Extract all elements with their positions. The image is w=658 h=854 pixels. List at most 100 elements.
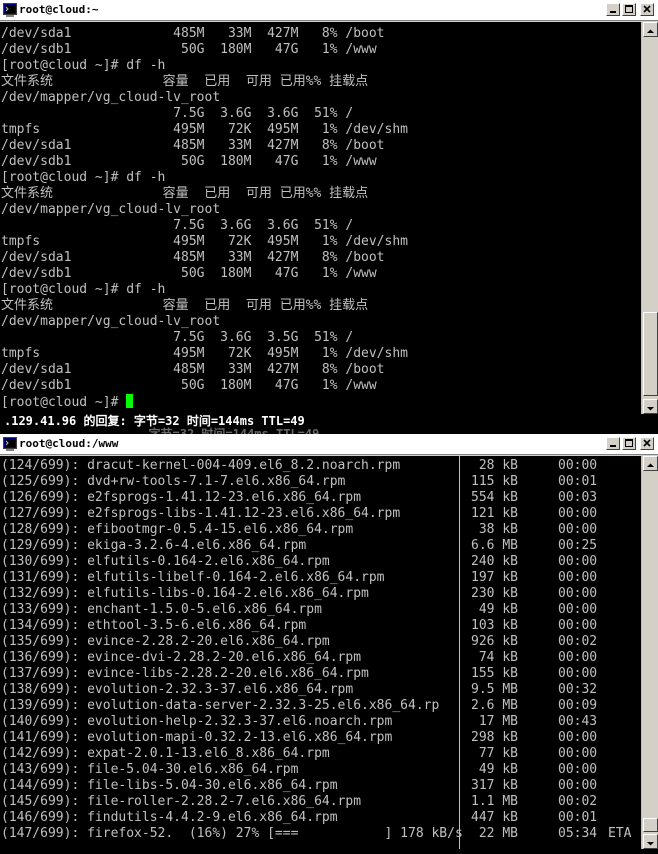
download-time: 00:01 xyxy=(558,810,598,825)
download-time: 00:00 xyxy=(558,522,598,537)
download-time: 00:00 xyxy=(558,586,598,601)
download-time: 00:02 xyxy=(558,794,598,809)
package-name: (137/699): evince-libs-2.28.2-20.el6.x86… xyxy=(1,666,369,681)
package-name: (141/699): evolution-mapi-0.32.2-13.el6.… xyxy=(1,730,393,745)
package-name: (126/699): e2fsprogs-1.41.12-23.el6.x86_… xyxy=(1,490,362,505)
download-time: 00:00 xyxy=(558,650,598,665)
package-size: 298 kB xyxy=(471,730,518,745)
package-size: 317 kB xyxy=(471,778,518,793)
terminal-line: /dev/mapper/vg_cloud-lv_root xyxy=(1,314,221,329)
terminal-line: /dev/sda1 485M 33M 427M 8% /boot xyxy=(1,138,385,153)
terminal-prompt-line[interactable]: [root@cloud ~]# xyxy=(1,394,134,410)
ping-reply-ghost: 字节=32 时间=144ms TTL=49 xyxy=(4,427,320,434)
terminal-line: 文件系统 容量 已用 可用 已用%% 挂载点 xyxy=(1,74,369,89)
package-size: 103 kB xyxy=(471,618,518,633)
window-title: root@cloud:~ xyxy=(19,3,99,16)
package-name: (129/699): ekiga-3.2.6-4.el6.x86_64.rpm xyxy=(1,538,307,553)
terminal-line: tmpfs 495M 72K 495M 1% /dev/shm xyxy=(1,346,408,361)
package-size: 38 kB xyxy=(478,522,518,537)
terminal-line: /dev/sdb1 50G 180M 47G 1% /www xyxy=(1,154,377,169)
package-size: 554 kB xyxy=(471,490,518,505)
download-time: 00:00 xyxy=(558,778,598,793)
minimize-button[interactable] xyxy=(606,437,620,450)
minimize-icon xyxy=(610,11,616,13)
title-bar[interactable]: root@cloud:/www xyxy=(0,434,658,455)
terminal-icon xyxy=(3,3,17,17)
package-name: (132/699): elfutils-libs-0.164-2.el6.x86… xyxy=(1,586,369,601)
vertical-scrollbar[interactable] xyxy=(641,22,658,414)
terminal-line: 7.5G 3.6G 3.6G 51% / xyxy=(1,106,354,121)
package-name: (139/699): evolution-data-server-2.32.3-… xyxy=(1,698,440,713)
package-name: (143/699): file-5.04-30.el6.x86_64.rpm xyxy=(1,762,299,777)
package-name: (130/699): elfutils-0.164-2.el6.x86_64.r… xyxy=(1,554,330,569)
maximize-button[interactable] xyxy=(622,3,636,16)
terminal-window-2: root@cloud:/www (124/699): dracut-kernel… xyxy=(0,434,658,849)
package-size: 926 kB xyxy=(471,634,518,649)
package-size: 2.6 MB xyxy=(471,698,518,713)
close-icon xyxy=(643,439,651,447)
package-name: (144/699): file-libs-5.04-30.el6.x86_64.… xyxy=(1,778,338,793)
scroll-down-button[interactable] xyxy=(643,834,658,849)
package-size: 22 MB xyxy=(478,826,518,841)
text-cursor xyxy=(126,394,134,408)
package-name: (131/699): elfutils-libelf-0.164-2.el6.x… xyxy=(1,570,385,585)
package-size: 155 kB xyxy=(471,666,518,681)
terminal-output[interactable]: (124/699): dracut-kernel-004-409.el6_8.2… xyxy=(0,456,641,849)
package-name: (135/699): evince-2.28.2-20.el6.x86_64.r… xyxy=(1,634,330,649)
package-size: 1.1 MB xyxy=(471,794,518,809)
maximize-icon xyxy=(625,439,633,447)
terminal-line: /dev/mapper/vg_cloud-lv_root xyxy=(1,90,221,105)
vertical-scrollbar[interactable] xyxy=(641,456,658,849)
scroll-up-button[interactable] xyxy=(643,22,658,37)
package-name: (138/699): evolution-2.32.3-37.el6.x86_6… xyxy=(1,682,354,697)
package-size: 49 kB xyxy=(478,602,518,617)
package-name: (140/699): evolution-help-2.32.3-37.el6.… xyxy=(1,714,393,729)
shell-prompt: [root@cloud ~]# xyxy=(1,395,127,410)
download-time: 00:32 xyxy=(558,682,598,697)
download-time: 00:00 xyxy=(558,762,598,777)
download-time: 00:00 xyxy=(558,730,598,745)
terminal-line: /dev/sda1 485M 33M 427M 8% /boot xyxy=(1,362,385,377)
terminal-icon xyxy=(3,437,17,451)
download-time: 00:00 xyxy=(558,458,598,473)
scroll-thumb[interactable] xyxy=(643,312,658,396)
terminal-line: [root@cloud ~]# df -h xyxy=(1,170,166,185)
package-size: 197 kB xyxy=(471,570,518,585)
download-time: 00:09 xyxy=(558,698,598,713)
download-time: 00:00 xyxy=(558,618,598,633)
terminal-line: 7.5G 3.6G 3.5G 51% / xyxy=(1,330,354,345)
terminal-output[interactable]: /dev/sda1 485M 33M 427M 8% /boot /dev/sd… xyxy=(0,22,641,414)
maximize-icon xyxy=(625,5,633,13)
scroll-down-button[interactable] xyxy=(643,399,658,414)
window-title: root@cloud:/www xyxy=(19,437,119,450)
eta-label: ETA xyxy=(608,826,632,841)
close-button[interactable] xyxy=(640,3,654,16)
terminal-line: /dev/sdb1 50G 180M 47G 1% /www xyxy=(1,42,377,57)
scroll-up-button[interactable] xyxy=(643,456,658,471)
download-time: 00:03 xyxy=(558,490,598,505)
column-separator xyxy=(459,456,460,849)
download-time: 00:00 xyxy=(558,570,598,585)
close-icon xyxy=(643,5,651,13)
arrow-down-icon xyxy=(647,842,654,846)
terminal-line: /dev/sda1 485M 33M 427M 8% /boot xyxy=(1,250,385,265)
package-size: 447 kB xyxy=(471,810,518,825)
terminal-line: /dev/sdb1 50G 180M 47G 1% /www xyxy=(1,378,377,393)
current-download-progress: (147/699): firefox-52. (16%) 27% [=== ] … xyxy=(1,826,463,841)
download-time: 00:43 xyxy=(558,714,598,729)
minimize-button[interactable] xyxy=(606,3,620,16)
terminal-line: tmpfs 495M 72K 495M 1% /dev/shm xyxy=(1,122,408,137)
package-size: 74 kB xyxy=(478,650,518,665)
download-time: 00:00 xyxy=(558,506,598,521)
close-button[interactable] xyxy=(640,437,654,450)
download-time: 00:00 xyxy=(558,602,598,617)
package-name: (145/699): file-roller-2.28.2-7.el6.x86_… xyxy=(1,794,362,809)
terminal-line: 文件系统 容量 已用 可用 已用%% 挂载点 xyxy=(1,186,369,201)
terminal-line: 文件系统 容量 已用 可用 已用%% 挂载点 xyxy=(1,298,369,313)
package-name: (134/699): ethtool-3.5-6.el6.x86_64.rpm xyxy=(1,618,307,633)
maximize-button[interactable] xyxy=(622,437,636,450)
download-time: 00:01 xyxy=(558,474,598,489)
title-bar[interactable]: root@cloud:~ xyxy=(0,0,658,21)
scroll-thumb[interactable] xyxy=(643,818,658,832)
arrow-up-icon xyxy=(647,463,654,467)
